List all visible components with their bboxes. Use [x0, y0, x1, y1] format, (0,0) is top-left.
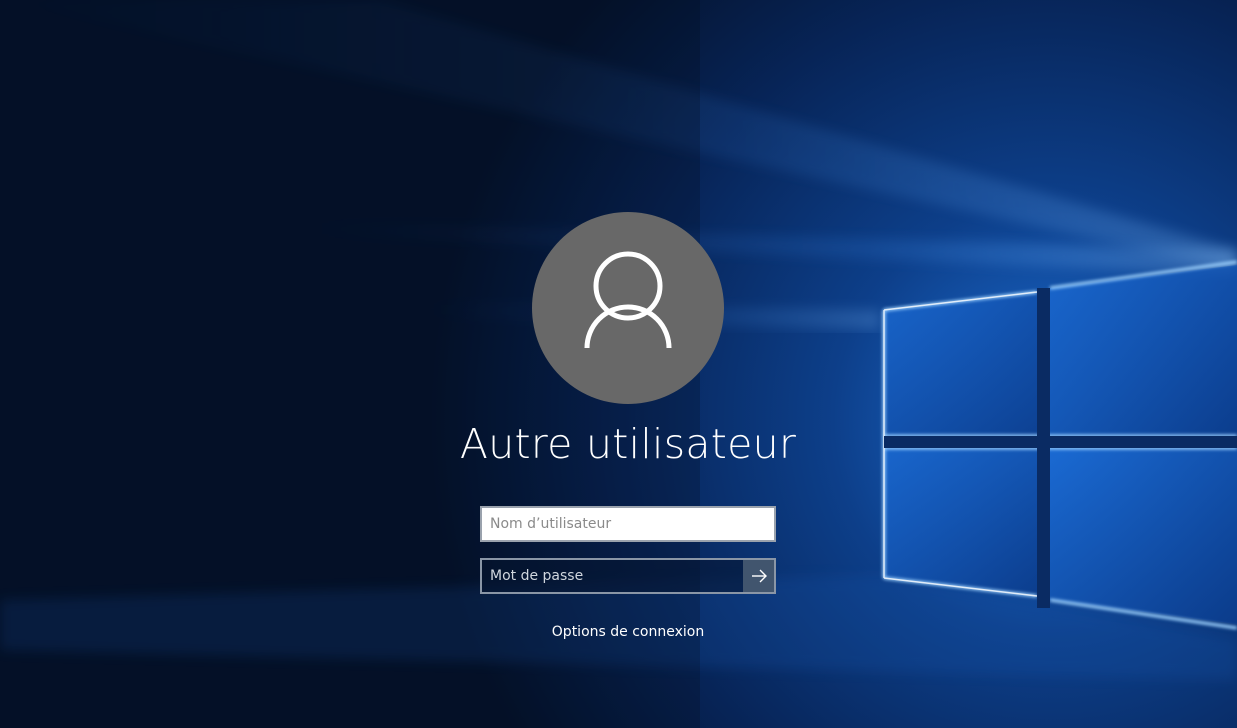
password-input[interactable]	[482, 560, 744, 592]
password-field-box[interactable]	[480, 558, 776, 594]
username-input[interactable]	[482, 508, 774, 540]
login-panel: Autre utilisateur Options de connexion	[0, 0, 1237, 728]
submit-button[interactable]	[743, 560, 774, 592]
user-avatar	[532, 212, 724, 404]
person-icon	[584, 251, 672, 349]
username-field-box[interactable]	[480, 506, 776, 542]
user-name-heading: Autre utilisateur	[459, 420, 797, 468]
sign-in-options-link[interactable]: Options de connexion	[0, 624, 1237, 640]
arrow-right-icon	[751, 569, 767, 583]
